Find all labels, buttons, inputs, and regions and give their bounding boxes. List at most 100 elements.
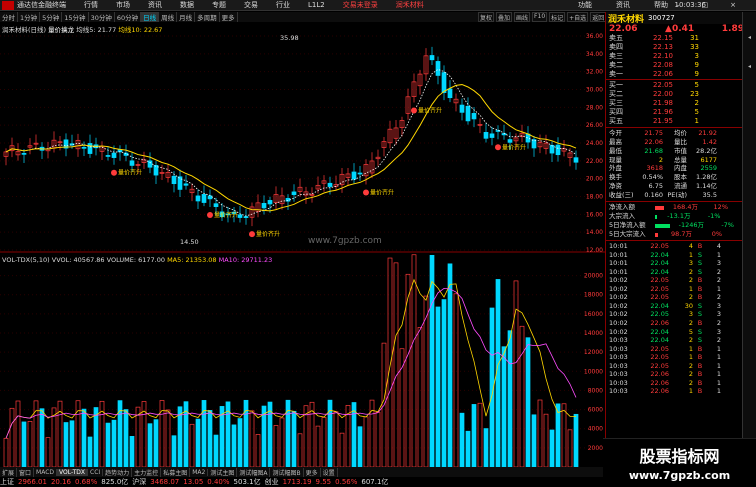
- volume-bar: [435, 306, 441, 468]
- candle-body: [555, 144, 561, 156]
- period-tab-30min[interactable]: 30分钟: [89, 12, 115, 22]
- period-tab-5min[interactable]: 5分钟: [40, 12, 63, 22]
- period-tab-1min[interactable]: 1分钟: [18, 12, 41, 22]
- side-tab-1[interactable]: ◂: [743, 34, 756, 41]
- order-book-row: 买一 22.05 5: [606, 81, 756, 90]
- vol-ma5-value: MA5: 21353.08: [167, 256, 217, 264]
- kline-chart[interactable]: 量价齐升量价齐升量价齐升量价齐升量价齐升量价齐升 35.98 14.50 36.…: [0, 22, 605, 477]
- indicator-tab[interactable]: MACD: [34, 468, 58, 476]
- volume-bar: [507, 330, 513, 468]
- signal-marker-icon: [495, 144, 501, 151]
- menu-item-market[interactable]: 市场: [116, 0, 130, 10]
- period-tab-monthly[interactable]: 月线: [177, 12, 196, 22]
- volume-bar: [255, 434, 261, 468]
- indicator-tab[interactable]: 更多: [304, 467, 321, 477]
- menu-info[interactable]: 资讯: [616, 0, 630, 10]
- volume-bar: [477, 402, 483, 468]
- stat-value: 35.5: [702, 191, 717, 200]
- order-book-label: 卖一: [609, 69, 623, 78]
- tick-row: 10:01 22.05 4 B 4: [606, 242, 756, 251]
- tool-adjust[interactable]: 复权: [478, 12, 495, 22]
- volume-bar: [549, 429, 555, 468]
- indicator-tab[interactable]: 扩展: [0, 467, 18, 477]
- period-tab-weekly[interactable]: 周线: [159, 12, 178, 22]
- price-tick: 22.00: [586, 158, 603, 165]
- period-tab-15min[interactable]: 15分钟: [62, 12, 89, 22]
- period-tab-intraday[interactable]: 分时: [0, 12, 18, 22]
- volume-bar: [423, 295, 429, 468]
- minimize-icon[interactable]: –: [676, 1, 680, 9]
- indicator-tab[interactable]: 测试幅图A: [237, 467, 271, 477]
- stat-value: 21.92: [698, 128, 717, 137]
- volume-bar: [321, 417, 327, 468]
- tool-mark[interactable]: 标记: [549, 12, 566, 22]
- period-tab-multi[interactable]: 多周期: [195, 12, 220, 22]
- candle-body: [501, 133, 507, 136]
- menu-right: 功能 资讯 帮助: [578, 0, 686, 10]
- maximize-icon[interactable]: □: [702, 1, 709, 9]
- stat-label: 收益(三): [609, 191, 634, 200]
- indicator-tab[interactable]: 私募主图: [161, 467, 191, 477]
- period-tab-60min[interactable]: 60分钟: [115, 12, 142, 22]
- indicator-tab[interactable]: 设置: [321, 467, 338, 477]
- order-book-label: 买四: [609, 108, 623, 117]
- order-book-label: 买五: [609, 117, 623, 126]
- volume-bar: [231, 424, 237, 468]
- tick-p: 22.05: [650, 284, 669, 293]
- volume-bar: [531, 414, 537, 468]
- tool-add-watchlist[interactable]: +自选: [567, 12, 589, 22]
- indicator-tab[interactable]: 测试幅图B: [270, 467, 304, 477]
- indicator-tab[interactable]: 窗口: [17, 467, 35, 477]
- current-stock-link[interactable]: 润禾材料: [396, 0, 424, 10]
- tick-row: 10:02 22.05 1 B 1: [606, 285, 756, 294]
- menu-item-quotes[interactable]: 行情: [84, 0, 98, 10]
- tick-v: 2: [688, 318, 693, 327]
- indicator-tab[interactable]: CCI: [88, 468, 104, 476]
- volume-bar: [501, 346, 507, 468]
- flow-label: 5日大宗流入: [609, 230, 646, 239]
- stat-value: 1.28亿: [696, 173, 717, 182]
- menu-help[interactable]: 帮助: [654, 0, 668, 10]
- vol-tick: 18000: [584, 292, 603, 299]
- tick-list[interactable]: 10:01 22.05 4 B 4 10:01 22.04 1 S 1 10:01 22.04 3 S 3 1…: [606, 242, 756, 396]
- tool-overlay[interactable]: 叠加: [496, 12, 513, 22]
- tick-v: 1: [688, 353, 693, 362]
- indicator-tab[interactable]: 趋势动力: [103, 467, 133, 477]
- volume-bar: [291, 410, 297, 468]
- login-status[interactable]: 交易未登录: [343, 0, 378, 10]
- app-title: 通达信金融终端: [17, 1, 66, 9]
- tick-p: 22.06: [650, 378, 669, 387]
- period-tab-more[interactable]: 更多: [220, 12, 238, 22]
- order-book-price: 22.08: [652, 60, 673, 69]
- stat-label: 今开: [609, 128, 622, 137]
- indicator-tab[interactable]: 主力监控: [132, 467, 162, 477]
- period-tab-daily[interactable]: 日线: [141, 12, 160, 22]
- volume-bar: [471, 404, 477, 468]
- candle-body: [111, 152, 117, 158]
- menu-item-trade[interactable]: 交易: [244, 0, 258, 10]
- candle-body: [291, 191, 297, 196]
- indicator-tab[interactable]: VOL-TDX: [57, 468, 88, 476]
- menu-item-industry[interactable]: 行业: [276, 0, 290, 10]
- menu-item-topics[interactable]: 专题: [212, 0, 226, 10]
- candle-body: [447, 88, 453, 99]
- volume-bar: [279, 417, 285, 468]
- indicator-tab[interactable]: 测试主图: [208, 467, 238, 477]
- stat-label: 量比: [674, 137, 687, 146]
- close-icon[interactable]: ×: [730, 1, 736, 9]
- tool-back[interactable]: 返回: [590, 12, 607, 22]
- side-tab-2[interactable]: ◂: [743, 63, 756, 70]
- menu-item-news[interactable]: 资讯: [148, 0, 162, 10]
- tool-draw[interactable]: 画线: [514, 12, 531, 22]
- menu-item-data[interactable]: 数据: [180, 0, 194, 10]
- stock-stats: 今开 21.75 均价 21.92 最高 22.06 量比 1.42 最低 21.68 市值 28.2…: [606, 129, 756, 200]
- menu-functions[interactable]: 功能: [578, 0, 592, 10]
- stat-label: 流通: [674, 182, 687, 191]
- tool-f10[interactable]: F10: [532, 12, 548, 22]
- tick-v: 4: [688, 242, 693, 251]
- menu-item-l1l2[interactable]: L1L2: [308, 1, 325, 9]
- chart-tools: 复权 叠加 画线 F10 标记 +自选 返回: [478, 12, 607, 22]
- indicator-tab[interactable]: MA2: [190, 468, 209, 476]
- candle-body: [435, 61, 441, 76]
- volume-bar: [249, 410, 255, 468]
